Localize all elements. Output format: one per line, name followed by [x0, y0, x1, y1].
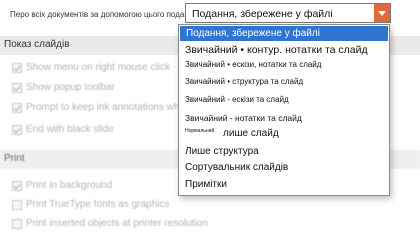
option-show-menu-right-click[interactable]: Show menu on right mouse click — [12, 62, 170, 73]
checkbox[interactable] — [12, 180, 22, 191]
default-view-select-value: Подання, збережене у файлі — [192, 8, 333, 20]
option-label: Print in background — [26, 180, 113, 191]
option-print-truetype[interactable]: Print TrueType fonts as graphics — [12, 199, 169, 210]
option-print-printer-resolution[interactable]: Print inserted objects at printer resolu… — [12, 218, 208, 229]
section-title: Показ слайдів — [4, 39, 70, 50]
dropdown-item-normal-thumbs-notes[interactable]: Звичайний • ескізи, нотатки та слайд — [185, 60, 321, 69]
checkbox[interactable] — [12, 199, 22, 210]
dropdown-item-label: Подання, збережене у файлі — [186, 28, 320, 39]
chevron-down-icon[interactable] — [374, 4, 390, 22]
dropdown-item-label: лише слайд — [223, 128, 279, 139]
checkbox[interactable] — [12, 82, 22, 93]
dropdown-item-selected[interactable]: Подання, збережене у файлі — [180, 26, 388, 41]
dropdown-item-notes[interactable]: Примітки — [185, 179, 227, 190]
option-label: Show menu on right mouse click — [26, 62, 170, 73]
checkbox[interactable] — [12, 102, 22, 113]
default-view-select[interactable]: Подання, збережене у файлі — [185, 3, 391, 23]
option-label: End with black slide — [26, 124, 114, 135]
option-show-popup-toolbar[interactable]: Show popup toolbar — [12, 82, 115, 93]
section-title: Print — [4, 153, 25, 164]
checkbox[interactable] — [12, 62, 22, 73]
dropdown-item-normal-structure[interactable]: Звичайний • структура та слайд — [185, 77, 303, 86]
dropdown-item-prefix: Нормальний — [185, 128, 215, 134]
option-print-background[interactable]: Print in background — [12, 180, 112, 191]
dropdown-item-outline-only[interactable]: Лише структура — [185, 146, 259, 157]
dropdown-item-normal-notes-slide[interactable]: Звичайний - нотатки та слайд — [185, 113, 302, 123]
dropdown-item-normal-outline[interactable]: Звичайний • контур. нотатки та слайд — [185, 44, 368, 56]
dropdown-item-normal-slide-only[interactable]: Нормальний лише слайд — [185, 128, 279, 139]
dropdown-item-normal-thumbs-slide[interactable]: Звичайний - ескізи та слайд — [185, 95, 289, 104]
option-label: Print TrueType fonts as graphics — [26, 199, 170, 210]
default-view-label: Перо всіх документів за допомогою цього … — [10, 10, 198, 19]
dropdown-item-slide-sorter[interactable]: Сортувальник слайдів — [185, 162, 288, 173]
default-view-dropdown-list[interactable]: Подання, збережене у файлі Звичайний • к… — [178, 24, 390, 196]
checkbox[interactable] — [12, 218, 22, 229]
option-end-black-slide[interactable]: End with black slide — [12, 124, 114, 135]
checkbox[interactable] — [12, 124, 22, 135]
option-label: Show popup toolbar — [26, 82, 115, 93]
option-label: Print inserted objects at printer resolu… — [26, 218, 208, 229]
